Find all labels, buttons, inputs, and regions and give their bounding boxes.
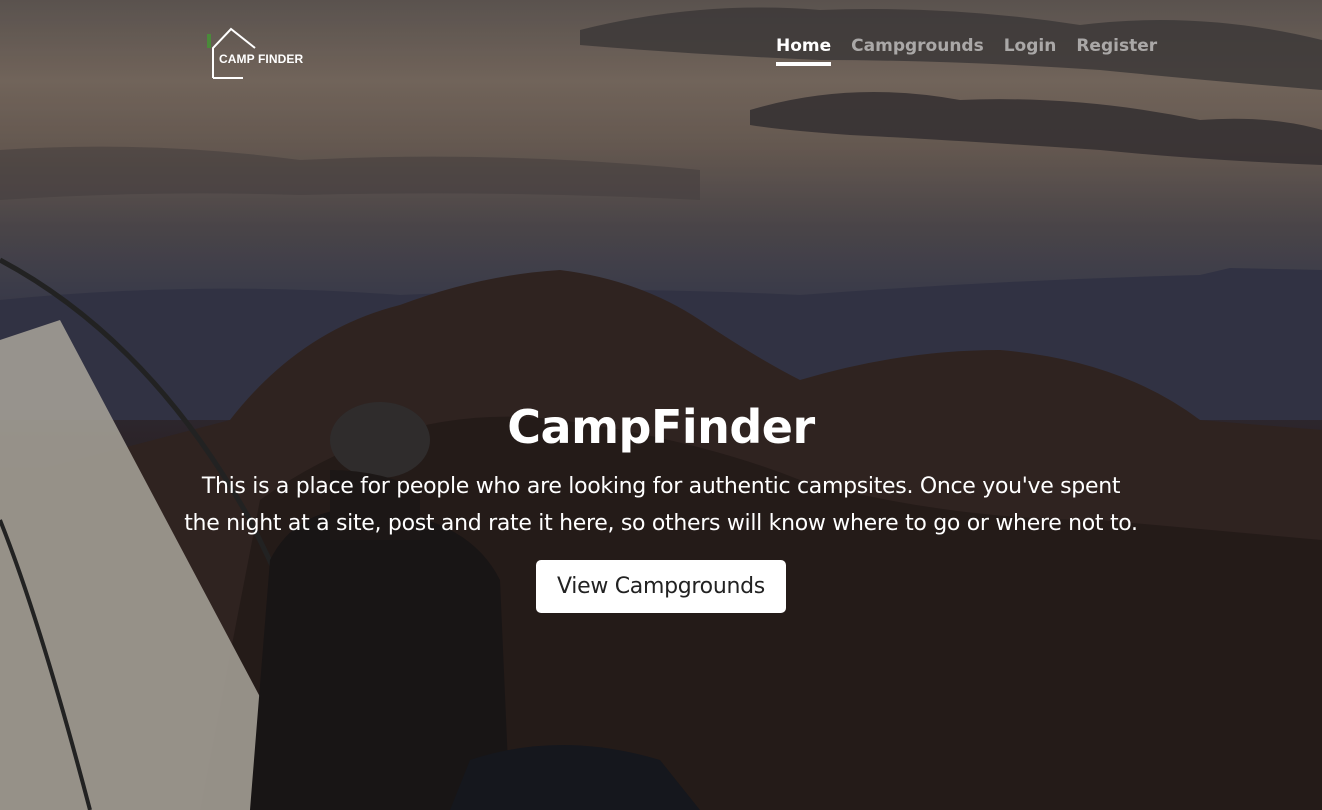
nav-register-link[interactable]: Register bbox=[1076, 36, 1157, 66]
brand-logo[interactable]: CAMP FINDER bbox=[205, 26, 305, 82]
hero-lead: This is a place for people who are looki… bbox=[184, 474, 1138, 536]
hero-section: CAMP FINDER Home Campgrounds Login Regis… bbox=[0, 0, 1322, 810]
view-campgrounds-button[interactable]: View Campgrounds bbox=[536, 560, 786, 613]
hero-title: CampFinder bbox=[507, 400, 815, 454]
nav-home-link[interactable]: Home bbox=[776, 36, 832, 66]
logo-text: CAMP FINDER bbox=[219, 52, 304, 66]
nav-campgrounds-link[interactable]: Campgrounds bbox=[851, 36, 984, 66]
hero-content: CampFinder This is a place for people wh… bbox=[0, 398, 1322, 613]
nav-links: Home Campgrounds Login Register bbox=[776, 36, 1177, 66]
navbar: CAMP FINDER Home Campgrounds Login Regis… bbox=[0, 0, 1322, 100]
nav-login-link[interactable]: Login bbox=[1004, 36, 1057, 66]
